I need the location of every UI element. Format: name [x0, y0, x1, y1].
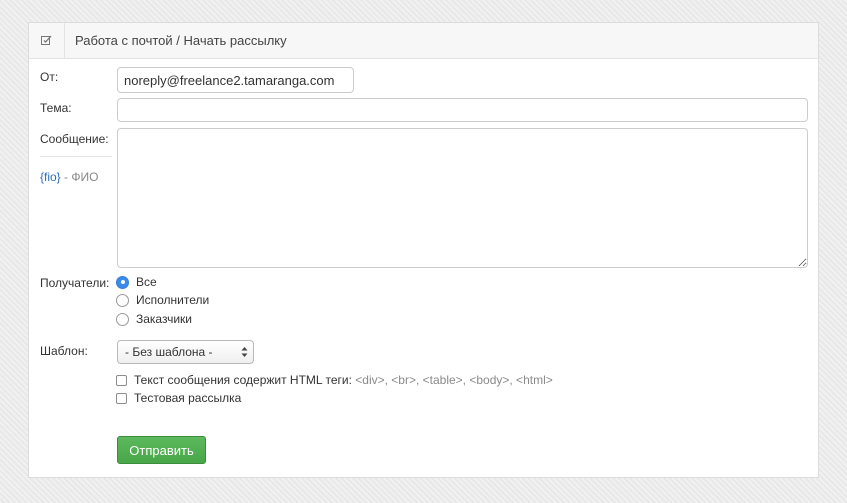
- placeholder-hint: {fio} - ФИО: [40, 170, 98, 184]
- radio-all[interactable]: Все: [116, 275, 157, 289]
- radio-performers[interactable]: Исполнители: [116, 293, 209, 307]
- fio-token[interactable]: {fio}: [40, 170, 61, 184]
- label-divider: [40, 156, 112, 157]
- radio-customers[interactable]: Заказчики: [116, 312, 192, 326]
- test-mailing-checkbox-row[interactable]: Тестовая рассылка: [116, 391, 241, 405]
- radio-button-checked[interactable]: [116, 275, 129, 289]
- subject-field[interactable]: [117, 98, 808, 122]
- radio-all-label: Все: [136, 275, 157, 289]
- template-select[interactable]: - Без шаблона -: [117, 340, 254, 364]
- message-textarea[interactable]: [117, 128, 808, 268]
- edit-icon: [29, 23, 65, 58]
- message-label: Сообщение:: [40, 132, 109, 146]
- html-tags-list: <div>, <br>, <table>, <body>, <html>: [351, 373, 553, 387]
- mailing-panel: Работа с почтой / Начать рассылку От: Те…: [28, 22, 819, 478]
- recipients-label: Получатели:: [40, 276, 110, 290]
- template-label: Шаблон:: [40, 344, 88, 358]
- test-mailing-label: Тестовая рассылка: [134, 391, 242, 405]
- radio-performers-label: Исполнители: [136, 293, 210, 307]
- page-title: Работа с почтой / Начать рассылку: [75, 33, 287, 48]
- radio-customers-label: Заказчики: [136, 312, 192, 326]
- radio-button[interactable]: [116, 312, 129, 326]
- html-tags-checkbox-row[interactable]: Текст сообщения содержит HTML теги: <div…: [116, 373, 553, 387]
- test-mailing-checkbox[interactable]: [116, 392, 127, 404]
- from-field[interactable]: [117, 67, 354, 93]
- panel-header: Работа с почтой / Начать рассылку: [29, 23, 818, 59]
- html-tags-checkbox[interactable]: [116, 374, 127, 386]
- fio-description: - ФИО: [60, 170, 99, 184]
- radio-button[interactable]: [116, 293, 129, 307]
- from-label: От:: [40, 70, 59, 84]
- html-tags-label: Текст сообщения содержит HTML теги:: [134, 373, 352, 387]
- select-arrows-icon: [241, 347, 248, 357]
- send-button[interactable]: Отправить: [117, 436, 206, 464]
- subject-label: Тема:: [40, 101, 72, 115]
- template-selected-value: - Без шаблона -: [125, 345, 213, 359]
